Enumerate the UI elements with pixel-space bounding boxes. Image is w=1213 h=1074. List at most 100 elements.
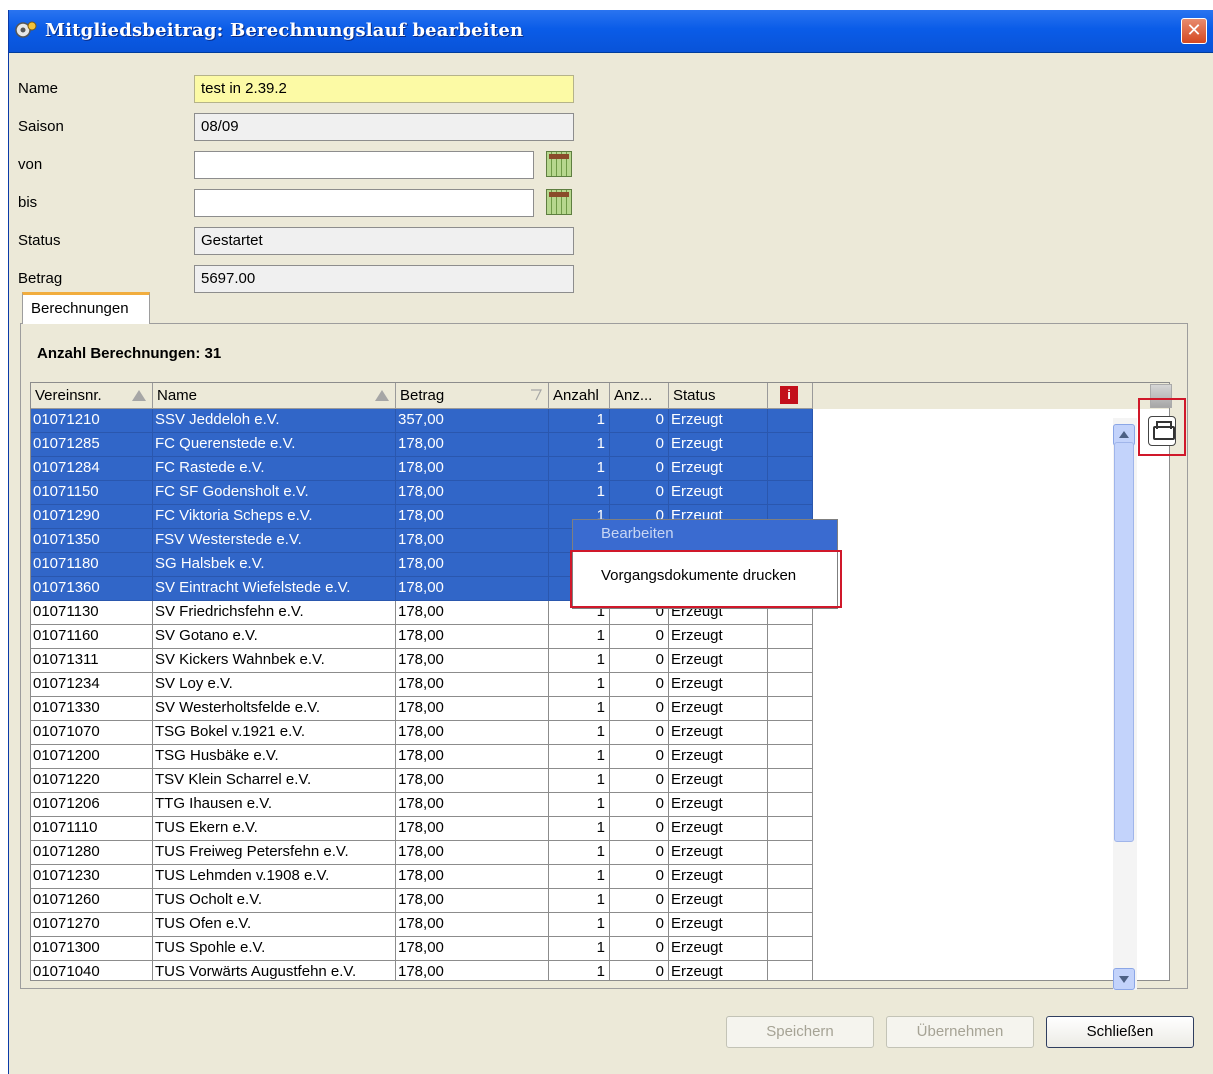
scroll-thumb[interactable] [1114,442,1134,842]
table-cell-nr: 01071070 [31,721,153,745]
table-cell-status: Erzeugt [669,793,768,817]
table-row[interactable]: 01071270 TUS Ofen e.V. 178,00 1 0 Erzeugt [31,913,813,937]
info-icon: i [780,386,798,404]
column-header-anz[interactable]: Anz... [610,383,669,409]
column-header-anzahl[interactable]: Anzahl [549,383,610,409]
column-header-vereinsnr[interactable]: Vereinsnr. [31,383,153,409]
column-header-status[interactable]: Status [669,383,768,409]
column-header-betrag[interactable]: Betrag [396,383,549,409]
table-cell-nr: 01071160 [31,625,153,649]
table-cell-betrag: 178,00 [396,529,549,553]
table-cell-nr: 01071110 [31,817,153,841]
table-cell-betrag: 178,00 [396,553,549,577]
column-header-name[interactable]: Name [153,383,396,409]
table-cell-name: SG Halsbek e.V. [153,553,396,577]
tab-berechnungen[interactable]: Berechnungen [22,292,150,324]
table-cell-name: TUS Spohle e.V. [153,937,396,961]
table-cell-nr: 01071230 [31,865,153,889]
scroll-down-icon[interactable] [1113,968,1135,990]
title-bar[interactable]: Mitgliedsbeitrag: Berechnungslauf bearbe… [9,10,1213,53]
table-cell-nr: 01071360 [31,577,153,601]
table-cell-anz: 0 [610,793,669,817]
table-cell-info [768,649,813,673]
betrag-field: 5697.00 [194,265,574,293]
table-cell-betrag: 178,00 [396,793,549,817]
table-cell-status: Erzeugt [669,865,768,889]
table-row[interactable]: 01071210 SSV Jeddeloh e.V. 357,00 1 0 Erzeugt [31,409,813,433]
table-cell-anz: 0 [610,745,669,769]
table-row[interactable]: 01071110 TUS Ekern e.V. 178,00 1 0 Erzeugt [31,817,813,841]
table-cell-anz: 0 [610,649,669,673]
table-row[interactable]: 01071070 TSG Bokel v.1921 e.V. 178,00 1 0 Erz… [31,721,813,745]
sort-asc-icon [375,390,389,401]
table-cell-anzahl: 1 [549,433,610,457]
table-row[interactable]: 01071040 TUS Vorwärts Augustfehn e.V. 178,… [31,961,813,980]
vertical-scrollbar[interactable] [1113,418,1137,990]
table-cell-name: SV Kickers Wahnbek e.V. [153,649,396,673]
save-button[interactable]: Speichern [726,1016,874,1048]
table-cell-betrag: 178,00 [396,865,549,889]
calendar-icon-bis[interactable] [546,189,572,215]
table-cell-nr: 01071180 [31,553,153,577]
column-header-info[interactable]: i [768,383,813,409]
apply-button[interactable]: Übernehmen [886,1016,1034,1048]
table-cell-betrag: 178,00 [396,481,549,505]
table-cell-betrag: 357,00 [396,409,549,433]
table-cell-anz: 0 [610,841,669,865]
table-cell-info [768,841,813,865]
table-row[interactable]: 01071330 SV Westerholtsfelde e.V. 178,00 1 0… [31,697,813,721]
highlight-box-menu [570,550,842,608]
table-row[interactable]: 01071284 FC Rastede e.V. 178,00 1 0 Erzeugt [31,457,813,481]
table-row[interactable]: 01071160 SV Gotano e.V. 178,00 1 0 Erzeugt [31,625,813,649]
table-cell-betrag: 178,00 [396,721,549,745]
table-row[interactable]: 01071285 FC Querenstede e.V. 178,00 1 0 Erzeu… [31,433,813,457]
table-cell-betrag: 178,00 [396,577,549,601]
table-cell-anz: 0 [610,457,669,481]
table-cell-anzahl: 1 [549,721,610,745]
close-button[interactable]: Schließen [1046,1016,1194,1048]
bis-date-field[interactable] [194,189,534,217]
calendar-icon-von[interactable] [546,151,572,177]
table-cell-name: SV Gotano e.V. [153,625,396,649]
table-row[interactable]: 01071150 FC SF Godensholt e.V. 178,00 1 0 Erz… [31,481,813,505]
table-cell-anz: 0 [610,625,669,649]
table-cell-name: SV Friedrichsfehn e.V. [153,601,396,625]
table-cell-status: Erzeugt [669,721,768,745]
table-row[interactable]: 01071280 TUS Freiweg Petersfehn e.V. 178,0… [31,841,813,865]
table-cell-name: TUS Freiweg Petersfehn e.V. [153,841,396,865]
table-cell-nr: 01071260 [31,889,153,913]
table-cell-betrag: 178,00 [396,913,549,937]
von-date-field[interactable] [194,151,534,179]
table-cell-status: Erzeugt [669,913,768,937]
table-cell-info [768,889,813,913]
sort-desc-icon [531,389,542,401]
table-row[interactable]: 01071220 TSV Klein Scharrel e.V. 178,00 1 0 E… [31,769,813,793]
table-cell-anz: 0 [610,889,669,913]
close-icon[interactable]: ✕ [1181,18,1207,44]
table-cell-anzahl: 1 [549,625,610,649]
table-cell-anzahl: 1 [549,457,610,481]
table-cell-nr: 01071311 [31,649,153,673]
table-row[interactable]: 01071234 SV Loy e.V. 178,00 1 0 Erzeugt [31,673,813,697]
table-cell-anz: 0 [610,865,669,889]
table-row[interactable]: 01071206 TTG Ihausen e.V. 178,00 1 0 Erzeugt [31,793,813,817]
table-cell-betrag: 178,00 [396,433,549,457]
table-cell-nr: 01071284 [31,457,153,481]
table-cell-status: Erzeugt [669,481,768,505]
table-row[interactable]: 01071300 TUS Spohle e.V. 178,00 1 0 Erzeugt [31,937,813,961]
table-cell-name: FC Querenstede e.V. [153,433,396,457]
table-cell-name: TUS Ekern e.V. [153,817,396,841]
table-cell-anzahl: 1 [549,865,610,889]
table-row[interactable]: 01071230 TUS Lehmden v.1908 e.V. 178,00 1 0 E… [31,865,813,889]
table-row[interactable]: 01071200 TSG Husbäke e.V. 178,00 1 0 Erzeugt [31,745,813,769]
table-cell-status: Erzeugt [669,769,768,793]
table-cell-betrag: 178,00 [396,601,549,625]
name-label: Name [18,80,59,97]
name-field[interactable]: test in 2.39.2 [194,75,574,103]
menu-item-bearbeiten[interactable]: Bearbeiten [573,520,837,550]
saison-label: Saison [18,118,64,135]
table-cell-betrag: 178,00 [396,817,549,841]
table-cell-status: Erzeugt [669,457,768,481]
table-row[interactable]: 01071260 TUS Ocholt e.V. 178,00 1 0 Erzeugt [31,889,813,913]
table-row[interactable]: 01071311 SV Kickers Wahnbek e.V. 178,00 1 0 E… [31,649,813,673]
